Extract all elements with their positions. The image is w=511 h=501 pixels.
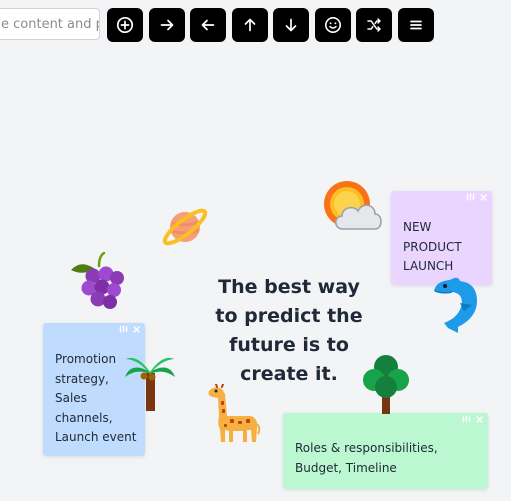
- ringed-planet-sticker[interactable]: [159, 201, 211, 253]
- dolphin-sticker[interactable]: [430, 275, 480, 333]
- sun-behind-cloud-icon: [324, 181, 382, 230]
- note-text: NEW PRODUCT LAUNCH: [403, 220, 462, 273]
- sticky-note-product-launch[interactable]: NEW PRODUCT LAUNCH: [391, 191, 492, 285]
- quote-text: The best way to predict the future is to…: [215, 276, 363, 385]
- close-icon[interactable]: [133, 325, 140, 333]
- sun-behind-cloud-sticker[interactable]: [321, 179, 385, 235]
- close-icon[interactable]: [476, 415, 483, 423]
- arrow-right-icon: [160, 19, 174, 31]
- giraffe-sticker[interactable]: [203, 384, 261, 444]
- add-button[interactable]: [107, 8, 143, 42]
- deciduous-tree-sticker[interactable]: [362, 354, 412, 414]
- move-down-button[interactable]: [273, 8, 309, 42]
- shuffle-button[interactable]: [356, 8, 392, 42]
- plus-circle-icon: [116, 16, 134, 34]
- palm-tree-sticker[interactable]: [123, 353, 177, 411]
- search-input[interactable]: [0, 8, 100, 40]
- grapes-sticker[interactable]: [69, 252, 125, 310]
- smiley-icon: [325, 17, 341, 33]
- sliders-icon[interactable]: [462, 415, 471, 423]
- move-right-button[interactable]: [149, 8, 185, 42]
- grapes-icon: [71, 252, 124, 309]
- giraffe-icon: [208, 384, 261, 442]
- sticky-note-roles[interactable]: Roles & responsibilities, Budget, Timeli…: [283, 413, 488, 489]
- arrow-left-icon: [201, 19, 215, 31]
- arrow-up-icon: [244, 18, 256, 32]
- menu-button[interactable]: [398, 8, 434, 42]
- ringed-planet-icon: [162, 208, 208, 246]
- move-up-button[interactable]: [232, 8, 268, 42]
- menu-icon: [410, 20, 422, 30]
- deciduous-tree-icon: [363, 355, 409, 414]
- sliders-icon[interactable]: [466, 193, 475, 201]
- note-text: Roles & responsibilities, Budget, Timeli…: [295, 441, 438, 475]
- dolphin-icon: [434, 277, 478, 333]
- emoji-button[interactable]: [315, 8, 351, 42]
- shuffle-icon: [367, 18, 381, 32]
- move-left-button[interactable]: [190, 8, 226, 42]
- arrow-down-icon: [285, 18, 297, 32]
- palm-tree-icon: [125, 357, 175, 411]
- close-icon[interactable]: [480, 193, 487, 201]
- sliders-icon[interactable]: [119, 325, 128, 333]
